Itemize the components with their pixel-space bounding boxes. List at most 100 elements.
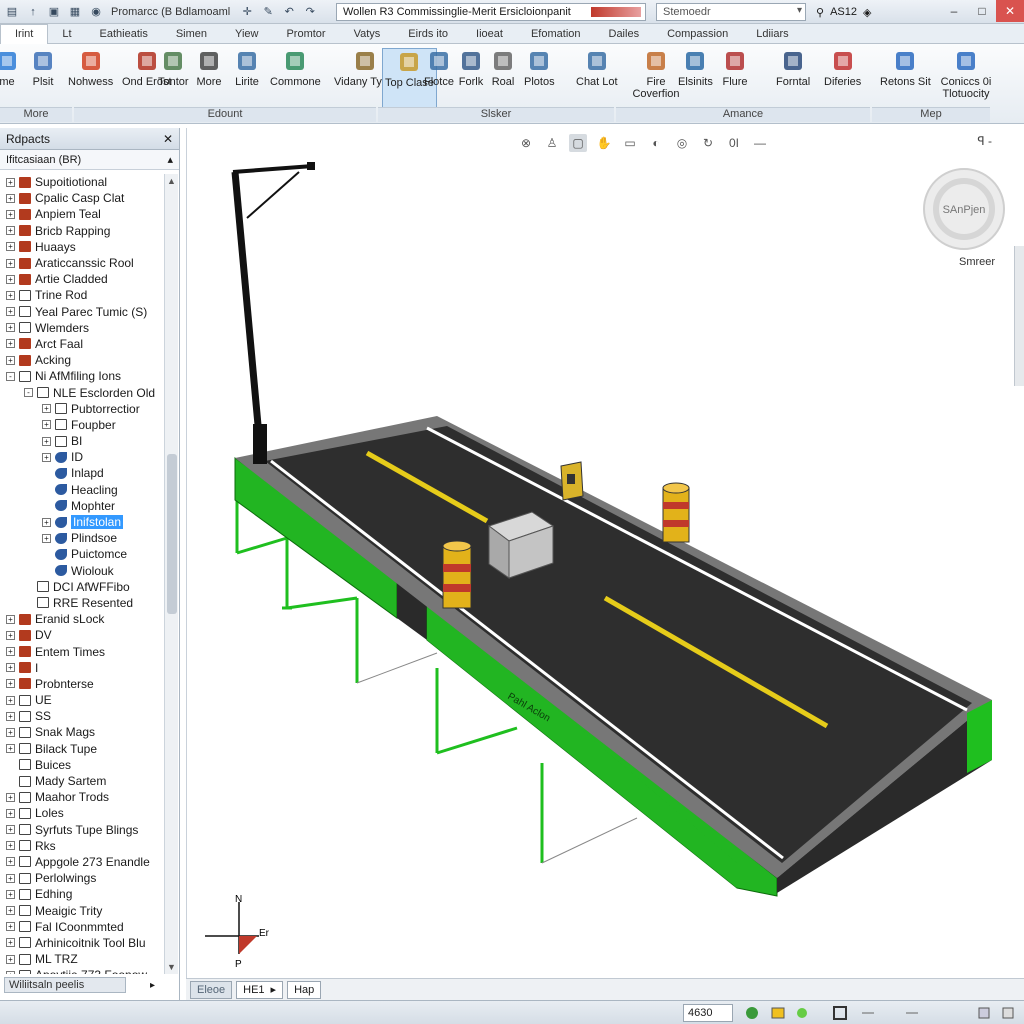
expand-toggle-icon[interactable]: + bbox=[42, 436, 51, 446]
tree-item[interactable]: + Acking bbox=[0, 352, 164, 368]
ribbon-tab-12[interactable]: Ldiiars bbox=[742, 28, 802, 40]
tree-item[interactable]: + Eranid sLock bbox=[0, 611, 164, 627]
tree-item[interactable]: Wiolouk bbox=[0, 563, 164, 579]
expand-toggle-icon[interactable]: + bbox=[6, 954, 15, 964]
tree-item[interactable]: + Probnterse bbox=[0, 676, 164, 692]
tree-item[interactable]: + Bilack Tupe bbox=[0, 741, 164, 757]
hide-icon[interactable] bbox=[860, 1005, 876, 1021]
expand-toggle-icon[interactable]: + bbox=[6, 744, 15, 754]
scale-field[interactable]: 4630 bbox=[683, 1004, 733, 1022]
tree-item[interactable]: Heacling bbox=[0, 482, 164, 498]
ribbon-tab-11[interactable]: Compassion bbox=[653, 28, 742, 40]
expand-toggle-icon[interactable]: + bbox=[6, 177, 15, 187]
expand-toggle-icon[interactable]: + bbox=[6, 663, 15, 673]
pencil-icon[interactable]: ✎ bbox=[259, 3, 277, 21]
tree-item[interactable]: + Bricb Rapping bbox=[0, 223, 164, 239]
chevron-right-icon[interactable]: ▸ bbox=[271, 983, 277, 996]
ribbon-button-11[interactable]: Forlk bbox=[458, 48, 484, 88]
view-tab-0[interactable]: Eleoe bbox=[190, 980, 233, 999]
expand-toggle-icon[interactable]: + bbox=[6, 355, 15, 365]
tree-item[interactable]: + Yeal Parec Tumic (S) bbox=[0, 304, 164, 320]
expand-toggle-icon[interactable]: + bbox=[6, 307, 15, 317]
tree-item[interactable]: + Fal ICoonmmted bbox=[0, 919, 164, 935]
tree-item[interactable]: + Loles bbox=[0, 805, 164, 821]
ribbon-button-6[interactable]: Lirite bbox=[234, 48, 260, 88]
close-icon[interactable]: ✕ bbox=[163, 132, 173, 146]
tree-item[interactable]: + Wlemders bbox=[0, 320, 164, 336]
expand-toggle-icon[interactable]: + bbox=[6, 209, 15, 219]
tree-item[interactable]: + Artie Cladded bbox=[0, 271, 164, 287]
tree-item[interactable]: + ID bbox=[0, 449, 164, 465]
ribbon-button-13[interactable]: Plotos bbox=[524, 48, 555, 88]
expand-toggle-icon[interactable]: + bbox=[6, 193, 15, 203]
tree-item[interactable]: + Syrfuts Tupe Blings bbox=[0, 822, 164, 838]
expand-toggle-icon[interactable]: + bbox=[6, 339, 15, 349]
ribbon-button-7[interactable]: Commone bbox=[270, 48, 321, 88]
scroll-up-icon[interactable]: ▲ bbox=[167, 176, 176, 186]
tree-item[interactable]: + Rks bbox=[0, 838, 164, 854]
save-icon[interactable]: ▣ bbox=[45, 3, 63, 21]
tree-item[interactable]: + Appgole 273 Enandle bbox=[0, 854, 164, 870]
expand-toggle-icon[interactable]: + bbox=[6, 323, 15, 333]
tree-item[interactable]: + Inifstolan bbox=[0, 514, 164, 530]
expand-toggle-icon[interactable]: + bbox=[6, 808, 15, 818]
expand-toggle-icon[interactable]: + bbox=[6, 290, 15, 300]
3d-viewport[interactable]: ⊗ ♙ ▢ ✋ ▭ ◐ ◎ ↻ 0I — ꟼ - Pahl Aclon SAnP… bbox=[186, 128, 1024, 978]
expand-toggle-icon[interactable]: + bbox=[6, 679, 15, 689]
ribbon-button-10[interactable]: Flotce bbox=[424, 48, 454, 88]
expand-toggle-icon[interactable]: + bbox=[42, 517, 51, 527]
ribbon-button-18[interactable]: Forntal bbox=[776, 48, 810, 88]
ribbon-button-17[interactable]: Flure bbox=[722, 48, 748, 88]
expand-toggle-icon[interactable]: + bbox=[6, 873, 15, 883]
tree-item[interactable]: Inlapd bbox=[0, 465, 164, 481]
undo-icon[interactable]: ↶ bbox=[280, 3, 298, 21]
expand-toggle-icon[interactable]: + bbox=[6, 922, 15, 932]
expand-toggle-icon[interactable]: + bbox=[6, 727, 15, 737]
ribbon-tab-10[interactable]: Dailes bbox=[595, 28, 654, 40]
expand-toggle-icon[interactable]: + bbox=[42, 452, 51, 462]
tree-item[interactable]: + Arhinicoitnik Tool Blu bbox=[0, 935, 164, 951]
ribbon-tab-4[interactable]: Yiew bbox=[221, 28, 272, 40]
user-icon[interactable]: ◈ bbox=[863, 6, 871, 19]
expand-toggle-icon[interactable]: - bbox=[6, 371, 15, 381]
tree-item[interactable]: + Cpalic Casp Clat bbox=[0, 190, 164, 206]
expand-toggle-icon[interactable]: + bbox=[6, 906, 15, 916]
tree-item[interactable]: RRE Resented bbox=[0, 595, 164, 611]
tree-item[interactable]: + Trine Rod bbox=[0, 287, 164, 303]
tree-item[interactable]: + ML TRZ bbox=[0, 951, 164, 967]
tree-item[interactable]: Mophter bbox=[0, 498, 164, 514]
sun-path-icon[interactable] bbox=[794, 1005, 810, 1021]
ribbon-button-0[interactable]: me bbox=[0, 48, 20, 88]
tree-item[interactable]: + SS bbox=[0, 708, 164, 724]
scroll-down-icon[interactable]: ▼ bbox=[167, 962, 176, 972]
expand-toggle-icon[interactable]: + bbox=[6, 711, 15, 721]
tree-item[interactable]: + Apoytiie 773 Foonow bbox=[0, 967, 164, 974]
expand-toggle-icon[interactable]: + bbox=[6, 938, 15, 948]
tree-item[interactable]: + DV bbox=[0, 627, 164, 643]
expand-toggle-icon[interactable]: + bbox=[6, 857, 15, 867]
tree-item[interactable]: + I bbox=[0, 660, 164, 676]
chevron-up-icon[interactable]: ▴ bbox=[167, 153, 173, 166]
expand-toggle-icon[interactable]: + bbox=[6, 841, 15, 851]
search-input[interactable]: Stemoedr ▾ bbox=[656, 3, 806, 21]
browser-type-selector[interactable]: Ifitcasiaan (BR) ▴ bbox=[0, 150, 179, 170]
ribbon-tab-5[interactable]: Promtor bbox=[272, 28, 339, 40]
redo-icon[interactable]: ↷ bbox=[301, 3, 319, 21]
ribbon-button-4[interactable]: Tontor bbox=[158, 48, 189, 88]
reveal-icon[interactable] bbox=[904, 1005, 920, 1021]
ribbon-button-19[interactable]: Diferies bbox=[824, 48, 861, 88]
ribbon-button-14[interactable]: Chat Lot bbox=[576, 48, 618, 88]
ribbon-tab-6[interactable]: Vatys bbox=[340, 28, 395, 40]
tree-item[interactable]: + Supoitiotional bbox=[0, 174, 164, 190]
visual-style-icon[interactable] bbox=[770, 1005, 786, 1021]
tree-item[interactable]: Buices bbox=[0, 757, 164, 773]
ribbon-tab-8[interactable]: Iioeat bbox=[462, 28, 517, 40]
browser-scrollbar[interactable]: ▲ ▼ bbox=[164, 174, 178, 974]
view-tab-2[interactable]: Hap bbox=[287, 980, 322, 999]
expand-toggle-icon[interactable]: + bbox=[42, 533, 51, 543]
ribbon-tab-1[interactable]: Lt bbox=[48, 28, 85, 40]
tree-item[interactable]: + Maahor Trods bbox=[0, 789, 164, 805]
expand-toggle-icon[interactable]: + bbox=[6, 242, 15, 252]
expand-toggle-icon[interactable]: + bbox=[6, 792, 15, 802]
ribbon-button-1[interactable]: Plsit bbox=[30, 48, 56, 88]
